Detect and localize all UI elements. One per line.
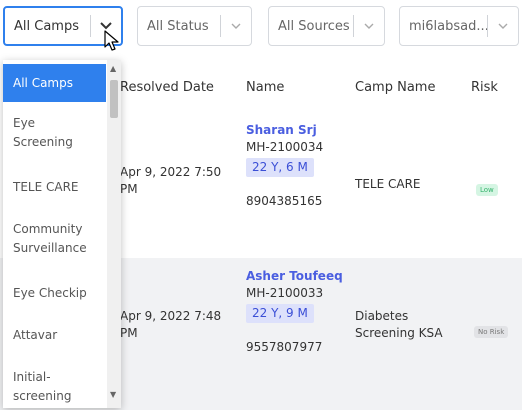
resolved-time-suffix: PM: [120, 326, 138, 340]
option-label-continued: Screening: [13, 135, 73, 149]
chevron-down-icon[interactable]: [91, 22, 121, 30]
age-badge: 22 Y, 9 M: [246, 304, 314, 323]
option-label: Eye Checkip: [13, 286, 87, 300]
dropdown-option-eye-screening[interactable]: Eye Screening: [3, 114, 106, 152]
sources-filter-select[interactable]: All Sources: [268, 6, 385, 46]
organization-filter-value: mi6labsad...: [409, 18, 487, 34]
camp-name: TELE CARE: [355, 177, 421, 191]
risk-badge: Low: [476, 184, 498, 196]
dropdown-option-tele-care[interactable]: TELE CARE: [3, 178, 106, 197]
scroll-up-arrow-icon[interactable]: ▲: [110, 64, 116, 73]
column-header-resolved-date[interactable]: Resolved Date: [120, 80, 214, 95]
dropdown-option-community-surveillance[interactable]: Community Surveillance: [3, 220, 106, 258]
chevron-down-icon[interactable]: [354, 23, 384, 29]
status-filter-select[interactable]: All Status: [137, 6, 252, 46]
patient-id: MH-2100033: [246, 286, 324, 300]
column-header-name[interactable]: Name: [246, 80, 284, 95]
scroll-down-arrow-icon[interactable]: ▼: [110, 390, 116, 399]
resolved-date: Apr 9, 2022 7:48: [120, 309, 222, 323]
patient-name-link[interactable]: Asher Toufeeq: [246, 268, 343, 285]
mouse-cursor-icon: [104, 30, 119, 51]
patient-id: MH-2100034: [246, 140, 324, 154]
option-label: Attavar: [13, 328, 58, 342]
resolved-time-suffix: PM: [120, 182, 138, 196]
option-label: TELE CARE: [13, 180, 79, 194]
dropdown-option-eye-checkip[interactable]: Eye Checkip: [3, 284, 106, 303]
age-badge: 22 Y, 6 M: [246, 158, 314, 177]
patient-cell: Sharan Srj MH-2100034 22 Y, 6 M 89043851…: [246, 122, 323, 210]
option-label-continued: Surveillance: [13, 241, 87, 255]
chevron-down-icon[interactable]: [221, 23, 251, 29]
patient-phone: 8904385165: [246, 194, 323, 208]
patient-phone: 9557807977: [246, 340, 323, 354]
resolved-date: Apr 9, 2022 7:50: [120, 165, 222, 179]
dropdown-option-all-camps[interactable]: All Camps: [3, 64, 106, 102]
risk-cell: Low: [476, 180, 498, 199]
scrollbar-thumb[interactable]: [110, 80, 118, 118]
camps-filter-value: All Camps: [14, 18, 79, 34]
resolved-date-cell: Apr 9, 2022 7:48 PM: [120, 308, 221, 342]
dropdown-scrollbar[interactable]: ▲ ▼: [107, 60, 121, 408]
camp-name-cell: TELE CARE: [355, 176, 421, 193]
column-header-risk[interactable]: Risk: [471, 80, 498, 95]
camp-name-cell: Diabetes Screening KSA: [355, 308, 443, 342]
option-label: Eye: [13, 116, 36, 130]
option-label: Community: [13, 222, 83, 236]
camps-dropdown-menu: All Camps Eye Screening TELE CARE Commun…: [3, 60, 121, 408]
camp-name-continued: Screening KSA: [355, 326, 443, 340]
chevron-down-icon[interactable]: [488, 23, 518, 29]
risk-badge: No Risk: [474, 326, 509, 338]
resolved-date-cell: Apr 9, 2022 7:50 PM: [120, 164, 221, 198]
option-label: All Camps: [13, 76, 73, 90]
sources-filter-value: All Sources: [278, 18, 350, 34]
camp-name: Diabetes: [355, 309, 409, 323]
dropdown-option-attavar[interactable]: Attavar: [3, 326, 106, 345]
dropdown-option-initial-screening[interactable]: Initial- screening: [3, 368, 106, 406]
option-label-continued: screening: [13, 389, 72, 403]
option-label: Initial-: [13, 370, 51, 384]
patient-cell: Asher Toufeeq MH-2100033 22 Y, 9 M 95578…: [246, 268, 343, 356]
organization-filter-select[interactable]: mi6labsad...: [399, 6, 519, 46]
risk-cell: No Risk: [474, 322, 509, 341]
patient-name-link[interactable]: Sharan Srj: [246, 122, 323, 139]
column-header-camp-name[interactable]: Camp Name: [355, 80, 435, 95]
status-filter-value: All Status: [147, 18, 209, 34]
filter-bar: All Camps All Status All Sources mi6labs…: [0, 0, 522, 56]
